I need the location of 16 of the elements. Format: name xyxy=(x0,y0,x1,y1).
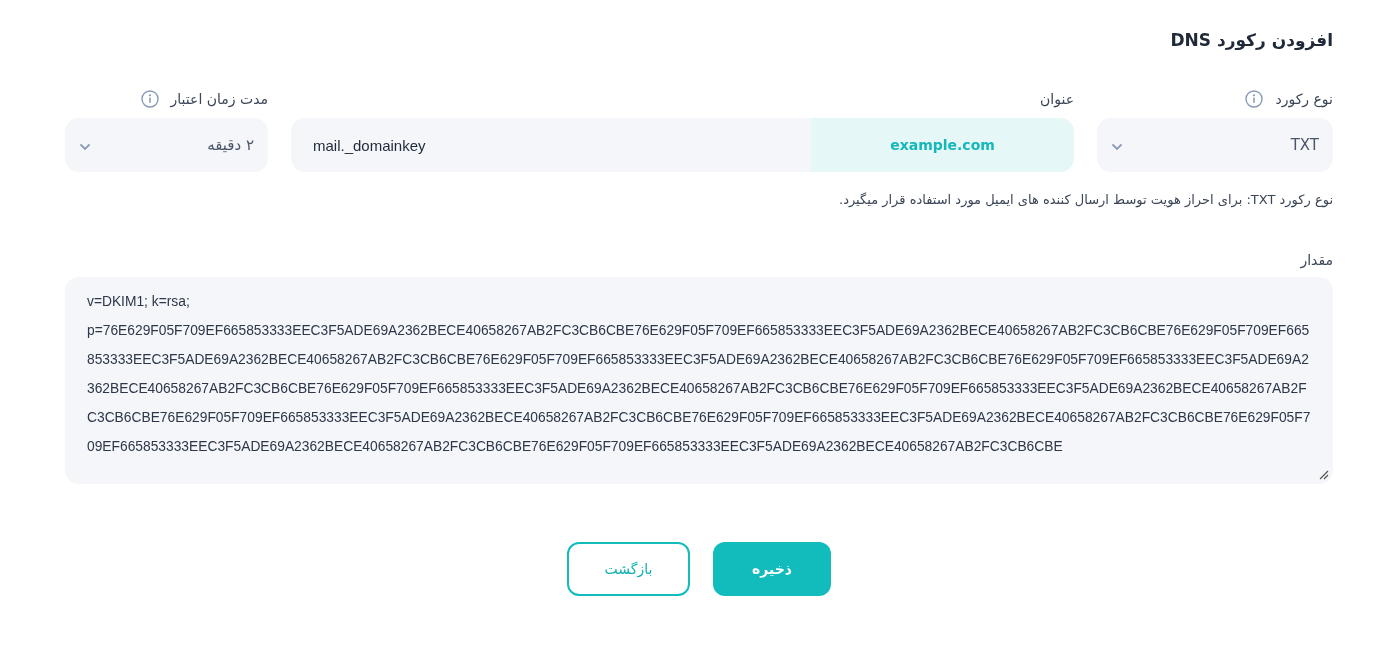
record-description: نوع رکورد TXT: برای احراز هویت توسط ارسال کننده های ایمیل مورد استفاده قرار میگیرد. xyxy=(838,192,1333,207)
select-field[interactable]: ۲ دقیقه xyxy=(65,118,268,172)
field-label: مدت زمان اعتبار xyxy=(170,91,268,107)
value-textarea[interactable]: v=DKIM1; k=rsa; p=76E629F05F709EF665853333EEC3F5ADE69A2362BECE40658267AB2FC3CB6CBE76E629F05F709EF665853333EEC3F5ADE69A2362BECE40658267AB2FC3CB6CBE76E629F05F709EF665853333EEC3F5ADE69A2362BECE40658267AB2FC3CB6CBE76E629F05F709EF665853333EEC3F5ADE69A2362BECE40658267AB2FC3CB6CBE76E629F05F709EF665853333EEC3F5ADE69A2362BECE40658267AB2FC3CB6CBE76E629F05F709EF665853333EEC3F5ADE69A2362BECE40658267AB2FC3CB6CBE76E629F05F709EF665853333EEC3F5ADE69A2362BECE40658267AB2FC3CB6CBE76E629F05F709EF665853333EEC3F5ADE69A2362BECE40658267AB2FC3CB6CBE76E629F05F709EF665853333EEC3F5ADE69A2362BECE40658267AB2FC3CB6CBE76E629F05F709EF665853333EEC3F5ADE69A2362BECE40658267AB2FC3CB6CBE76E629F05F709EF665853333EEC3F5ADE69A2362BECE40658267AB2FC3CB6CBE xyxy=(65,277,1333,484)
domain-suffix: example.com xyxy=(811,118,1074,172)
info-icon[interactable] xyxy=(1245,90,1264,108)
chevron-down-icon xyxy=(1111,143,1123,151)
dialog-title: افزودن رکورد DNS xyxy=(1169,30,1333,50)
select-field[interactable]: TXT xyxy=(1097,118,1333,172)
chevron-down-icon xyxy=(79,143,91,151)
name-input[interactable]: mail._domainkey xyxy=(291,118,811,172)
field-label: نوع رکورد xyxy=(1275,91,1333,107)
field-label: عنوان xyxy=(1040,91,1074,107)
field-label: مقدار xyxy=(1300,252,1333,268)
resize-handle-icon[interactable] xyxy=(1319,470,1329,480)
info-icon[interactable] xyxy=(140,90,159,108)
